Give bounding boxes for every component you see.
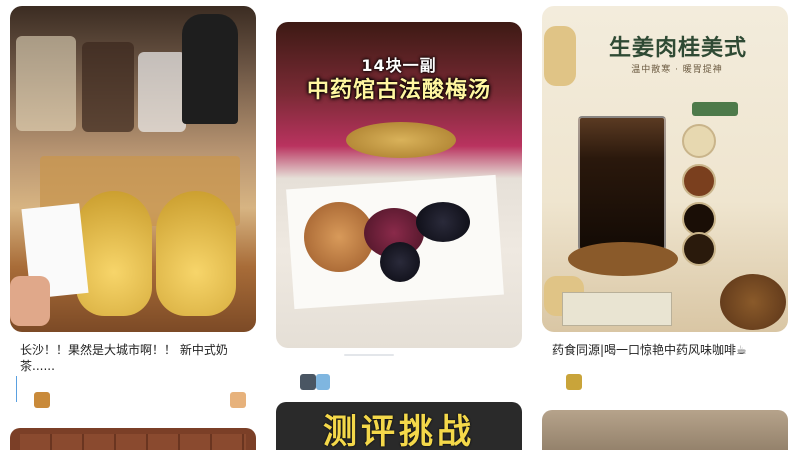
card-title[interactable]: 药食同源|喝一口惊艳中药风味咖啡☕ <box>552 342 792 358</box>
author-avatar[interactable] <box>566 374 582 390</box>
like-icon[interactable] <box>230 392 246 408</box>
author-avatar[interactable] <box>300 374 316 390</box>
card-image-interior[interactable] <box>542 410 788 450</box>
card-title-line-2: 茶...... <box>20 359 55 373</box>
card-title-line-1: 长沙！！果然是大城市啊！！ 新中式奶 <box>20 343 228 357</box>
card-image-tea-shop[interactable] <box>10 6 256 332</box>
card-subline-overlay: 温中散寒 · 暖胃提神 <box>631 65 723 75</box>
card-title[interactable]: 长沙！！果然是大城市啊！！ 新中式奶 茶...... <box>20 342 260 374</box>
card-headline-overlay: 测评挑战 <box>323 412 475 450</box>
card-headline-overlay: 生姜肉桂美式 <box>608 36 747 61</box>
loading-indicator <box>344 354 394 356</box>
author-avatar[interactable] <box>34 392 50 408</box>
text-cursor <box>16 376 17 402</box>
card-image-chocolate[interactable] <box>10 428 256 450</box>
author-avatar-secondary <box>316 374 330 390</box>
card-headline-overlay: 中药馆古法酸梅汤 <box>306 78 491 103</box>
